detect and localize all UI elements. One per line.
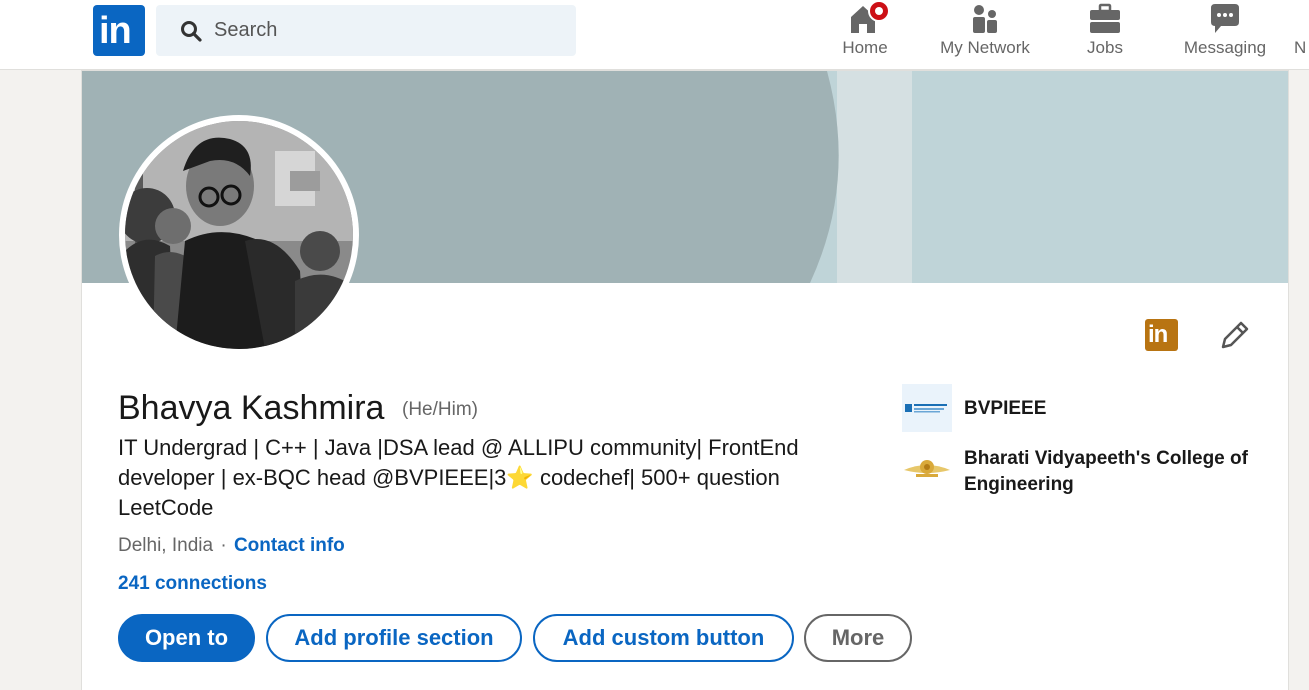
org-item-bvcoe[interactable]: Bharati Vidyapeeth's College of Engineer…	[902, 446, 1262, 506]
star-emoji: ⭐	[506, 465, 534, 490]
location-line: Delhi, India · Contact info	[118, 535, 345, 557]
nav-item-my-network[interactable]: My Network	[930, 0, 1040, 70]
search-icon	[181, 21, 202, 42]
top-navigation: in Home My Network Jobs	[0, 0, 1309, 70]
logo-text: in	[99, 10, 132, 52]
nav-item-home[interactable]: Home	[826, 0, 904, 70]
profile-card: in Bhavya Kashmira (He/Him) IT Undergrad…	[81, 70, 1289, 690]
college-logo	[902, 446, 952, 494]
connections-link[interactable]: 241 connections	[118, 573, 267, 595]
edit-pencil-icon[interactable]	[1217, 319, 1251, 353]
profile-name: Bhavya Kashmira	[118, 389, 385, 427]
nav-item-messaging[interactable]: Messaging	[1178, 0, 1272, 70]
org-name-college: Bharati Vidyapeeth's College of Engineer…	[964, 448, 1248, 495]
separator-dot: ·	[220, 535, 227, 556]
linkedin-logo[interactable]: in	[93, 5, 145, 56]
nav-label-notifications-cut[interactable]: N	[1294, 38, 1306, 58]
network-icon	[973, 5, 997, 33]
add-profile-section-button[interactable]: Add profile section	[266, 614, 522, 662]
profile-photo[interactable]	[119, 115, 359, 355]
linkedin-premium-badge[interactable]: in	[1145, 319, 1178, 351]
search-bar[interactable]	[156, 5, 576, 56]
nav-label-messaging: Messaging	[1183, 38, 1267, 57]
avatar	[119, 121, 353, 349]
notification-badge	[868, 0, 890, 22]
nav-label-jobs: Jobs	[1087, 38, 1123, 57]
nav-label-my-network: My Network	[940, 38, 1030, 57]
more-button[interactable]: More	[804, 614, 912, 662]
briefcase-icon	[1090, 3, 1120, 33]
contact-info-link[interactable]: Contact info	[234, 535, 345, 556]
open-to-button[interactable]: Open to	[118, 614, 255, 662]
search-input[interactable]	[214, 5, 554, 56]
pronouns: (He/Him)	[402, 399, 478, 420]
nav-item-jobs[interactable]: Jobs	[1070, 0, 1140, 70]
org-name-bvpieee: BVPIEEE	[964, 398, 1047, 419]
location-text: Delhi, India	[118, 535, 214, 556]
add-custom-button[interactable]: Add custom button	[533, 614, 794, 662]
bvpieee-logo	[902, 384, 952, 432]
chat-icon	[1211, 4, 1239, 33]
badge-text: in	[1148, 321, 1168, 348]
profile-headline: IT Undergrad | C++ | Java |DSA lead @ AL…	[118, 433, 858, 523]
org-item-bvpieee[interactable]: BVPIEEE	[902, 384, 1262, 434]
nav-label-home: Home	[842, 38, 888, 57]
